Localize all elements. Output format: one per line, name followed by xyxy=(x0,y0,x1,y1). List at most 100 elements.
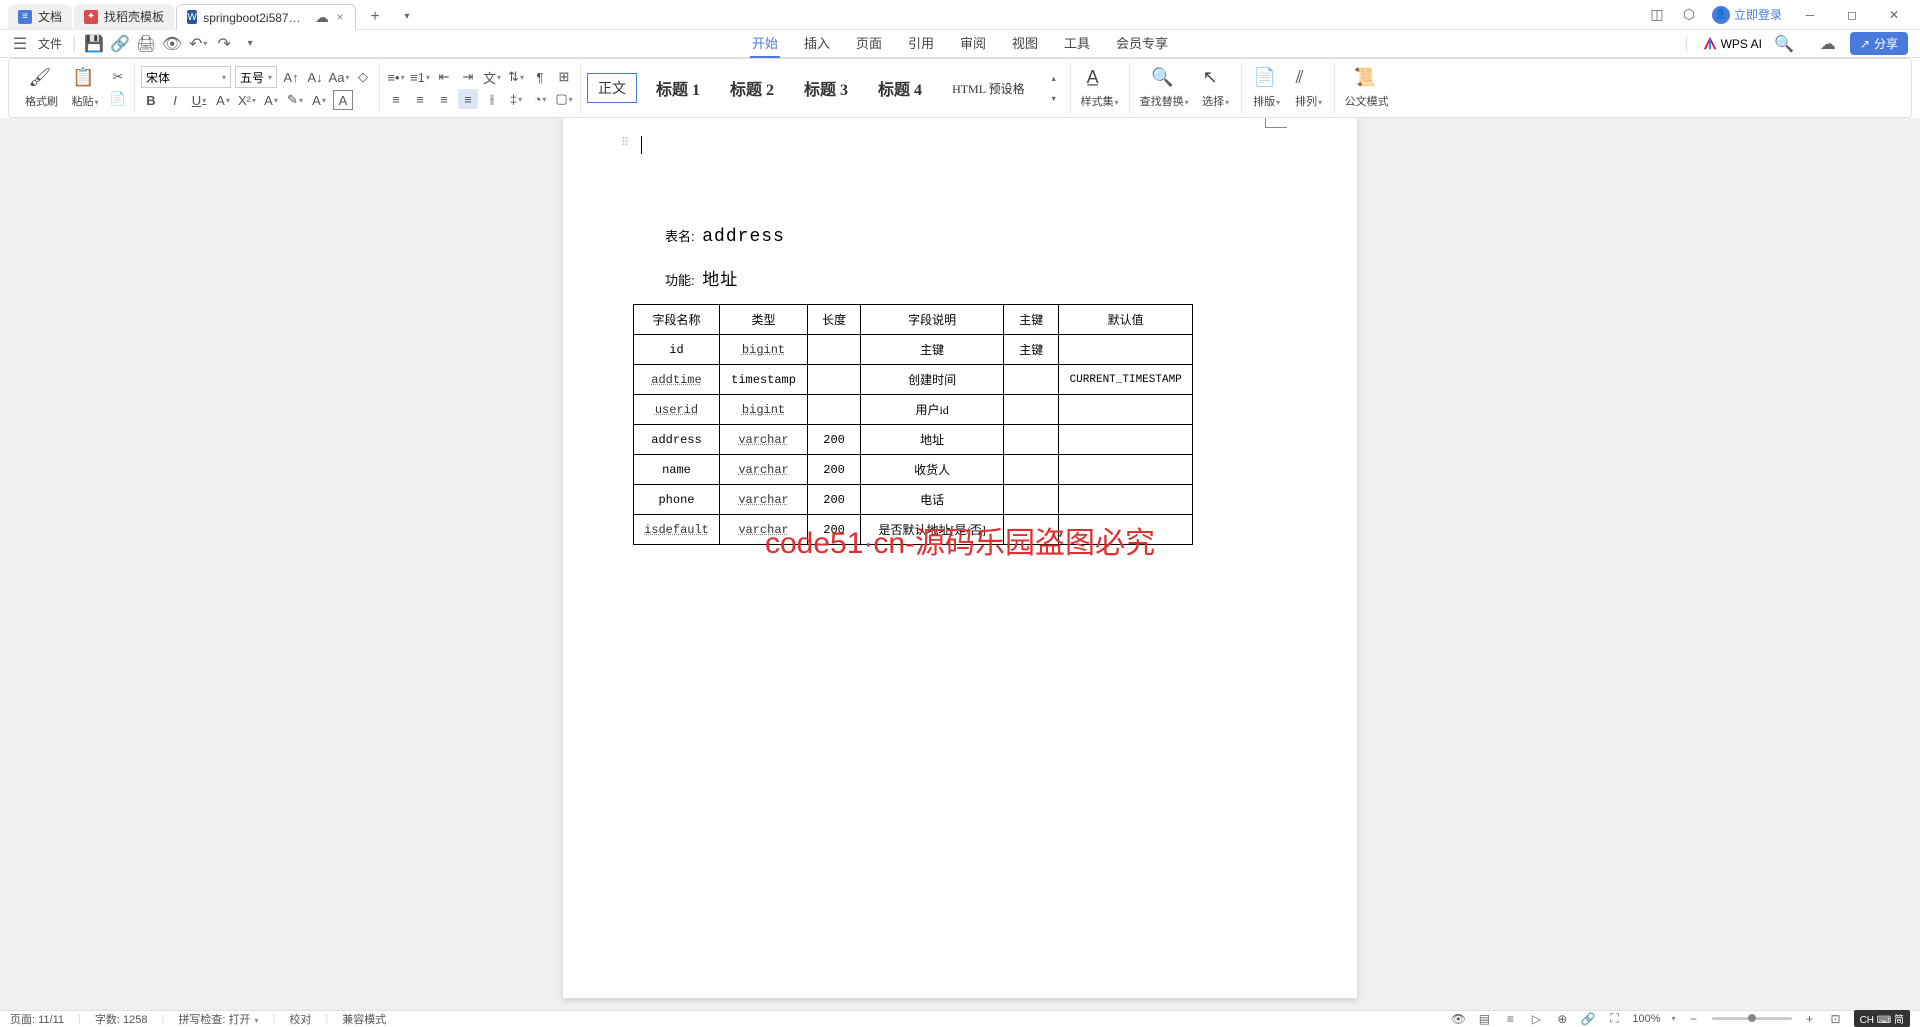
document-area[interactable]: ⠿ code51·cn-源码乐园盗图必究 表名: address 功能: 地址 … xyxy=(0,118,1920,1010)
minimize-button[interactable]: ─ xyxy=(1796,4,1824,26)
cloud-icon[interactable]: ☁ xyxy=(1820,36,1836,52)
menu-start[interactable]: 开始 xyxy=(750,29,780,58)
login-button[interactable]: 👤 立即登录 xyxy=(1712,6,1782,24)
file-menu[interactable]: 文件 xyxy=(38,35,62,52)
chevron-down-icon[interactable]: ▾ xyxy=(242,36,258,52)
undo-icon[interactable]: ↶▾ xyxy=(190,36,206,52)
bullets-icon[interactable]: ≡•▾ xyxy=(386,67,406,87)
window-overlap-icon[interactable]: ◫ xyxy=(1648,6,1666,24)
status-page[interactable]: 页面: 11/11 xyxy=(10,1011,64,1027)
show-marks-icon[interactable]: ¶ xyxy=(530,67,550,87)
menu-view[interactable]: 视图 xyxy=(1010,29,1040,58)
web-view-icon[interactable]: ⊕ xyxy=(1554,1012,1570,1026)
layout-button[interactable]: 📄 排版▾ xyxy=(1248,64,1286,112)
change-case-icon[interactable]: Aa▾ xyxy=(329,67,349,87)
tab-menu-dropdown[interactable]: ▾ xyxy=(394,4,420,30)
style-body[interactable]: 正文 xyxy=(587,73,637,103)
highlight-icon[interactable]: ✎▾ xyxy=(285,90,305,110)
style-html[interactable]: HTML 预设格 xyxy=(941,75,1036,102)
shading-icon[interactable]: ◔▾ xyxy=(530,89,550,109)
align-right-icon[interactable]: ≡ xyxy=(434,89,454,109)
status-spellcheck[interactable]: 拼写检查: 打开 ▾ xyxy=(178,1011,258,1027)
ime-indicator[interactable]: CH ⌨ 简 xyxy=(1854,1010,1910,1027)
zoom-value[interactable]: 100% xyxy=(1632,1013,1660,1025)
fit-icon[interactable]: ⊡ xyxy=(1828,1012,1844,1026)
zoom-out-icon[interactable]: − xyxy=(1686,1012,1702,1026)
copy-icon[interactable]: 📄 xyxy=(108,89,128,109)
save-icon[interactable]: 💾 xyxy=(86,36,102,52)
menu-insert[interactable]: 插入 xyxy=(802,29,832,58)
tab-close-icon[interactable]: × xyxy=(335,10,345,24)
document-page[interactable]: ⠿ code51·cn-源码乐园盗图必究 表名: address 功能: 地址 … xyxy=(563,118,1357,998)
font-size-select[interactable]: 五号 ▾ xyxy=(235,66,277,88)
cube-icon[interactable]: ⬡ xyxy=(1680,6,1698,24)
status-compat[interactable]: 兼容模式 xyxy=(342,1011,386,1027)
zoom-in-icon[interactable]: + xyxy=(1802,1012,1818,1026)
status-words[interactable]: 字数: 1258 xyxy=(95,1011,148,1027)
style-heading4[interactable]: 标题 4 xyxy=(867,71,933,105)
styleset-button[interactable]: A̲ 样式集▾ xyxy=(1077,64,1123,112)
numbering-icon[interactable]: ≡1▾ xyxy=(410,67,430,87)
superscript-icon[interactable]: X²▾ xyxy=(237,90,257,110)
menu-tools[interactable]: 工具 xyxy=(1062,29,1092,58)
select-button[interactable]: ↖ 选择▾ xyxy=(1197,64,1235,112)
style-next-icon[interactable]: ▾ xyxy=(1044,88,1064,108)
align-center-icon[interactable]: ≡ xyxy=(410,89,430,109)
border-icon[interactable]: ▢▾ xyxy=(554,89,574,109)
menu-icon[interactable]: ☰ xyxy=(12,36,28,52)
cut-icon[interactable]: ✂ xyxy=(108,67,128,87)
print-preview-icon[interactable]: 👁 xyxy=(164,36,180,52)
menu-page[interactable]: 页面 xyxy=(854,29,884,58)
menu-member[interactable]: 会员专享 xyxy=(1114,29,1170,58)
style-heading3[interactable]: 标题 3 xyxy=(793,71,859,105)
bold-icon[interactable]: B xyxy=(141,90,161,110)
menu-review[interactable]: 审阅 xyxy=(958,29,988,58)
zoom-slider[interactable] xyxy=(1712,1017,1792,1020)
official-mode-button[interactable]: 📜 公文模式 xyxy=(1341,64,1393,112)
line-spacing-icon[interactable]: ‡▾ xyxy=(506,89,526,109)
find-replace-button[interactable]: 🔍 查找替换▾ xyxy=(1136,64,1193,112)
new-tab-button[interactable]: + xyxy=(362,4,388,30)
text-direction-icon[interactable]: 文▾ xyxy=(482,67,502,87)
status-proofread[interactable]: 校对 xyxy=(289,1011,311,1027)
tab-doc[interactable]: ≡ 文档 xyxy=(8,4,72,30)
link-view-icon[interactable]: 🔗 xyxy=(1580,1012,1596,1026)
grow-font-icon[interactable]: A↑ xyxy=(281,67,301,87)
arrange-button[interactable]: ⫽ 排列▾ xyxy=(1290,64,1328,112)
wps-ai-button[interactable]: WPS AI xyxy=(1703,37,1762,51)
align-justify-icon[interactable]: ≡ xyxy=(458,89,478,109)
menu-reference[interactable]: 引用 xyxy=(906,29,936,58)
style-heading2[interactable]: 标题 2 xyxy=(719,71,785,105)
increase-indent-icon[interactable]: ⇥ xyxy=(458,67,478,87)
italic-icon[interactable]: I xyxy=(165,90,185,110)
outline-view-icon[interactable]: ≡ xyxy=(1502,1012,1518,1026)
underline-icon[interactable]: U▾ xyxy=(189,90,209,110)
font-name-select[interactable]: 宋体 ▾ xyxy=(141,66,231,88)
vertical-scrollbar[interactable] xyxy=(1906,118,1918,1010)
search-icon[interactable]: 🔍 xyxy=(1776,36,1792,52)
fullscreen-icon[interactable]: ⛶ xyxy=(1606,1012,1622,1026)
sort-icon[interactable]: ⇅▾ xyxy=(506,67,526,87)
distribute-icon[interactable]: ⫲ xyxy=(482,89,502,109)
page-view-icon[interactable]: ▤ xyxy=(1476,1012,1492,1026)
align-left-icon[interactable]: ≡ xyxy=(386,89,406,109)
style-heading1[interactable]: 标题 1 xyxy=(645,71,711,105)
char-shading-icon[interactable]: A xyxy=(333,90,353,110)
eye-icon[interactable]: 👁 xyxy=(1450,1012,1466,1026)
zoom-thumb[interactable] xyxy=(1748,1014,1756,1022)
read-mode-icon[interactable]: ▷ xyxy=(1528,1012,1544,1026)
tab-active-document[interactable]: W springboot2i587数据库文档 ☁ × xyxy=(176,4,356,30)
tab-template[interactable]: ✦ 找稻壳模板 xyxy=(74,4,174,30)
strikethrough-icon[interactable]: A▾ xyxy=(213,90,233,110)
text-effect-icon[interactable]: A▾ xyxy=(309,90,329,110)
page-handle-icon[interactable]: ⠿ xyxy=(621,136,629,149)
borders-icon[interactable]: ⊞ xyxy=(554,67,574,87)
close-button[interactable]: ✕ xyxy=(1880,4,1908,26)
redo-icon[interactable]: ↷ xyxy=(216,36,232,52)
link-icon[interactable]: 🔗 xyxy=(112,36,128,52)
font-color-icon[interactable]: A▾ xyxy=(261,90,281,110)
tab-menu-icon[interactable]: ☁ xyxy=(315,8,329,26)
share-button[interactable]: ↗ 分享 xyxy=(1850,32,1908,55)
style-prev-icon[interactable]: ▴ xyxy=(1044,68,1064,88)
clear-format-icon[interactable]: ◇ xyxy=(353,67,373,87)
